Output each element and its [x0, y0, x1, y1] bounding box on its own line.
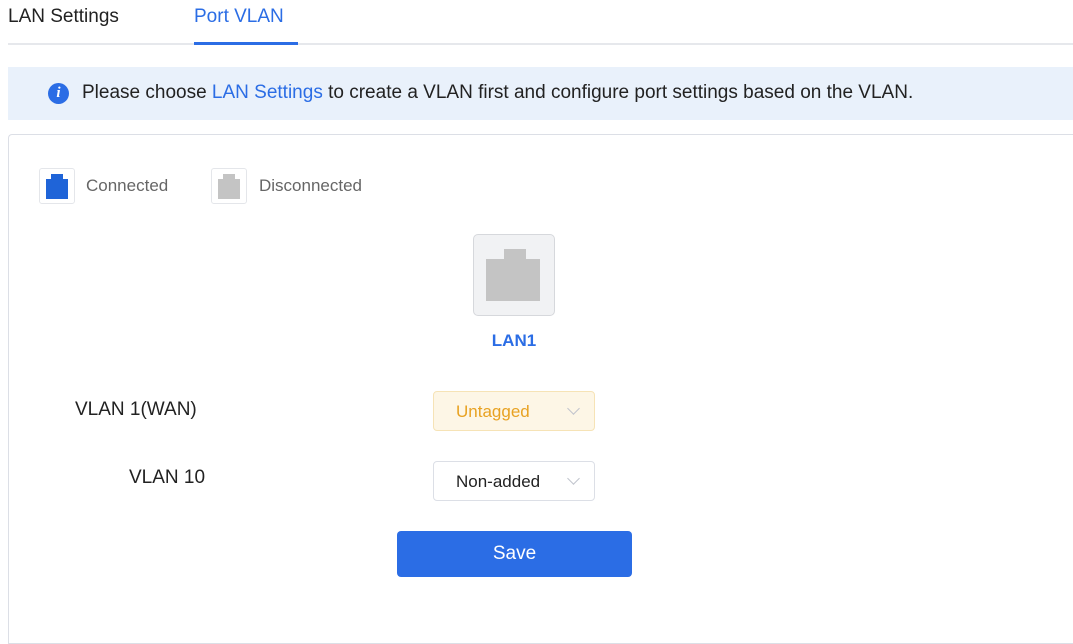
vlan10-mode-value: Non-added	[456, 472, 541, 491]
info-icon: i	[48, 83, 69, 104]
tab-lan-settings[interactable]: LAN Settings	[8, 6, 119, 28]
vlan1-mode-select[interactable]: Untagged	[433, 391, 595, 431]
chevron-down-icon	[567, 472, 580, 485]
disconnected-legend-icon	[211, 168, 247, 204]
connected-port-icon	[46, 174, 68, 199]
tab-port-vlan[interactable]: Port VLAN	[194, 6, 284, 28]
active-tab-indicator	[194, 42, 298, 45]
ethernet-port-icon	[486, 249, 540, 301]
lan-settings-link[interactable]: LAN Settings	[212, 82, 323, 103]
chevron-down-icon	[567, 402, 580, 415]
tab-bar: LAN Settings Port VLAN	[0, 0, 1073, 46]
vlan1-mode-value: Untagged	[456, 402, 530, 421]
notice-text-before: Please choose	[82, 82, 212, 103]
connected-label: Connected	[86, 176, 169, 195]
port-name: LAN1	[491, 331, 537, 350]
connected-legend-icon	[39, 168, 75, 204]
info-notice: i Please choose LAN Settings to create a…	[8, 67, 1073, 120]
disconnected-label: Disconnected	[259, 176, 363, 195]
disconnected-port-icon	[218, 174, 240, 199]
save-button[interactable]: Save	[397, 531, 632, 577]
notice-text: Please choose LAN Settings to create a V…	[82, 82, 913, 104]
vlan-row-label: VLAN 1(WAN)	[75, 399, 197, 420]
lan1-port-card[interactable]	[473, 234, 555, 316]
notice-text-after: to create a VLAN first and configure por…	[322, 82, 914, 103]
vlan-row-label: VLAN 10	[129, 467, 206, 488]
tab-divider	[8, 43, 1073, 45]
vlan10-mode-select[interactable]: Non-added	[433, 461, 595, 501]
